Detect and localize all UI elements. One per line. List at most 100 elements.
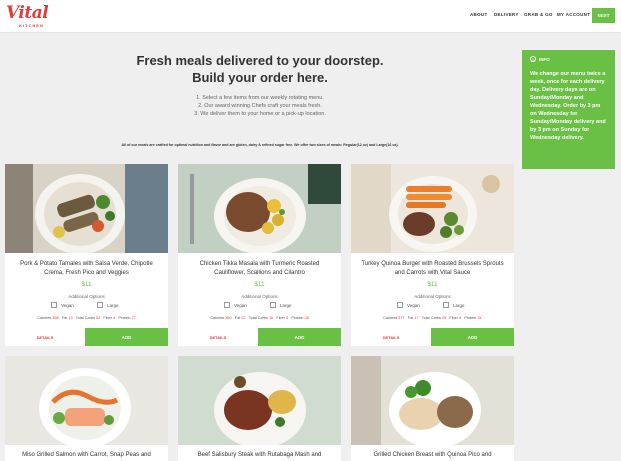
meal-title: Turkey Quinoa Burger with Roasted Brusse… bbox=[361, 261, 504, 276]
info-icon: i bbox=[530, 56, 536, 62]
nav-delivery[interactable]: DELIVERY bbox=[494, 12, 519, 17]
fat-value: 22 bbox=[241, 316, 246, 320]
fiber-value: 4 bbox=[113, 316, 116, 320]
details-button[interactable]: DETAILS bbox=[178, 328, 258, 346]
calories-value: 380 bbox=[225, 316, 232, 320]
nutrition-facts: Calories 377 Fat 17 Total Carbs 25 Fiber… bbox=[355, 316, 510, 320]
calories-label: Calories bbox=[210, 316, 225, 320]
checkbox-box[interactable] bbox=[224, 302, 230, 308]
info-heading: i INFO bbox=[530, 56, 607, 62]
large-label: Large bbox=[453, 302, 465, 308]
checkbox-box[interactable] bbox=[397, 302, 403, 308]
meal-photo[interactable] bbox=[5, 164, 168, 253]
page-subtitle: Build your order here. bbox=[192, 70, 328, 85]
fiber-value: 5 bbox=[286, 316, 289, 320]
nav-my-account[interactable]: MY ACCOUNT bbox=[557, 12, 590, 17]
vegan-checkbox[interactable]: Vegan bbox=[224, 302, 247, 308]
logo-wordmark: Vital bbox=[6, 3, 49, 23]
protein-value: 27 bbox=[131, 316, 136, 320]
meal-price: $11 bbox=[427, 281, 438, 288]
meal-title: Chicken Tikka Masala with Turmeric Roast… bbox=[199, 261, 320, 276]
info-body: We change our menu twice a week, once fo… bbox=[530, 71, 606, 141]
nav-about[interactable]: ABOUT bbox=[470, 12, 488, 17]
meal-price: $11 bbox=[81, 281, 92, 288]
vegan-checkbox[interactable]: Vegan bbox=[51, 302, 74, 308]
carbs-value: 25 bbox=[441, 316, 447, 320]
meal-card: Pork & Potato Tamales with Salsa Verde, … bbox=[5, 164, 168, 346]
next-button[interactable]: NEXT bbox=[592, 8, 615, 23]
large-checkbox[interactable]: Large bbox=[97, 302, 119, 308]
meal-photo[interactable] bbox=[351, 356, 514, 445]
calories-label: Calories bbox=[383, 316, 398, 320]
fiber-value: 6 bbox=[459, 316, 462, 320]
details-button[interactable]: DETAILS bbox=[5, 328, 85, 346]
page-title: Fresh meals delivered to your doorstep. bbox=[136, 53, 384, 68]
fiber-label: Fiber bbox=[449, 316, 459, 320]
checkbox-box[interactable] bbox=[443, 302, 449, 308]
step-3: 3. We deliver them to your home or a pic… bbox=[194, 111, 326, 117]
protein-label: Protein bbox=[291, 316, 304, 320]
fiber-label: Fiber bbox=[276, 316, 286, 320]
step-2: 2. Our award winning Chefs craft your me… bbox=[198, 103, 322, 109]
vital-kitchen-logo[interactable]: Vital KITCHEN bbox=[6, 3, 49, 31]
calories-label: Calories bbox=[37, 316, 52, 320]
protein-label: Protein bbox=[464, 316, 477, 320]
nutrition-facts: Calories 398 Fat 13 Total Carbs 52 Fiber… bbox=[9, 316, 164, 320]
meal-card: Beef Salisbury Steak with Rutabaga Mash … bbox=[178, 356, 341, 461]
fat-value: 13 bbox=[68, 316, 73, 320]
top-header: Vital KITCHEN ABOUT DELIVERY GRAB & GO M… bbox=[0, 0, 621, 33]
large-label: Large bbox=[280, 302, 292, 308]
add-button[interactable]: ADD bbox=[258, 328, 341, 346]
additional-options-label: Additional Options bbox=[414, 294, 451, 299]
add-button[interactable]: ADD bbox=[85, 328, 168, 346]
meal-title: Pork & Potato Tamales with Salsa Verde, … bbox=[20, 261, 153, 276]
meal-title: Beef Salisbury Steak with Rutabaga Mash … bbox=[197, 452, 322, 458]
carbs-label: Total Carbs bbox=[248, 316, 268, 320]
fiber-label: Fiber bbox=[103, 316, 113, 320]
fat-label: Fat bbox=[407, 316, 414, 320]
checkbox-box[interactable] bbox=[51, 302, 57, 308]
additional-options-label: Additional Options bbox=[241, 294, 278, 299]
large-label: Large bbox=[107, 302, 119, 308]
nav-grab-and-go[interactable]: GRAB & GO bbox=[524, 12, 553, 17]
step-1: 1. Select a few items from our weekly ro… bbox=[196, 95, 324, 101]
meal-card: Turkey Quinoa Burger with Roasted Brusse… bbox=[351, 164, 514, 346]
steps-list: 1. Select a few items from our weekly ro… bbox=[160, 94, 360, 118]
carbs-value: 52 bbox=[95, 316, 101, 320]
meal-photo[interactable] bbox=[351, 164, 514, 253]
protein-label: Protein bbox=[118, 316, 131, 320]
add-button[interactable]: ADD bbox=[431, 328, 514, 346]
large-checkbox[interactable]: Large bbox=[443, 302, 465, 308]
additional-options-label: Additional Options bbox=[68, 294, 105, 299]
calories-value: 398 bbox=[52, 316, 59, 320]
protein-value: 28 bbox=[304, 316, 309, 320]
details-button[interactable]: DETAILS bbox=[351, 328, 431, 346]
carbs-label: Total Carbs bbox=[421, 316, 441, 320]
vegan-checkbox[interactable]: Vegan bbox=[397, 302, 420, 308]
meal-title: Miso Grilled Salmon with Carrot, Snap Pe… bbox=[22, 452, 151, 458]
logo-subtitle: KITCHEN bbox=[19, 23, 44, 28]
meal-photo[interactable] bbox=[5, 356, 168, 445]
fat-value: 17 bbox=[414, 316, 419, 320]
info-panel: i INFO We change our menu twice a week, … bbox=[522, 50, 615, 169]
carbs-value: 16 bbox=[268, 316, 274, 320]
meal-card: Grilled Chicken Breast with Quinoa Pico … bbox=[351, 356, 514, 461]
checkbox-box[interactable] bbox=[97, 302, 103, 308]
meal-card: Miso Grilled Salmon with Carrot, Snap Pe… bbox=[5, 356, 168, 461]
meal-card: Chicken Tikka Masala with Turmeric Roast… bbox=[178, 164, 341, 346]
fat-label: Fat bbox=[61, 316, 68, 320]
calories-value: 377 bbox=[398, 316, 405, 320]
nutrition-note: All of our meals are crafted for optimal… bbox=[121, 143, 399, 147]
vegan-label: Vegan bbox=[407, 302, 420, 308]
large-checkbox[interactable]: Large bbox=[270, 302, 292, 308]
carbs-label: Total Carbs bbox=[75, 316, 95, 320]
vegan-label: Vegan bbox=[234, 302, 247, 308]
fat-label: Fat bbox=[234, 316, 241, 320]
vegan-label: Vegan bbox=[61, 302, 74, 308]
checkbox-box[interactable] bbox=[270, 302, 276, 308]
nutrition-facts: Calories 380 Fat 22 Total Carbs 16 Fiber… bbox=[182, 316, 337, 320]
meal-photo[interactable] bbox=[178, 164, 341, 253]
meal-price: $11 bbox=[254, 281, 265, 288]
protein-value: 31 bbox=[477, 316, 482, 320]
meal-photo[interactable] bbox=[178, 356, 341, 445]
